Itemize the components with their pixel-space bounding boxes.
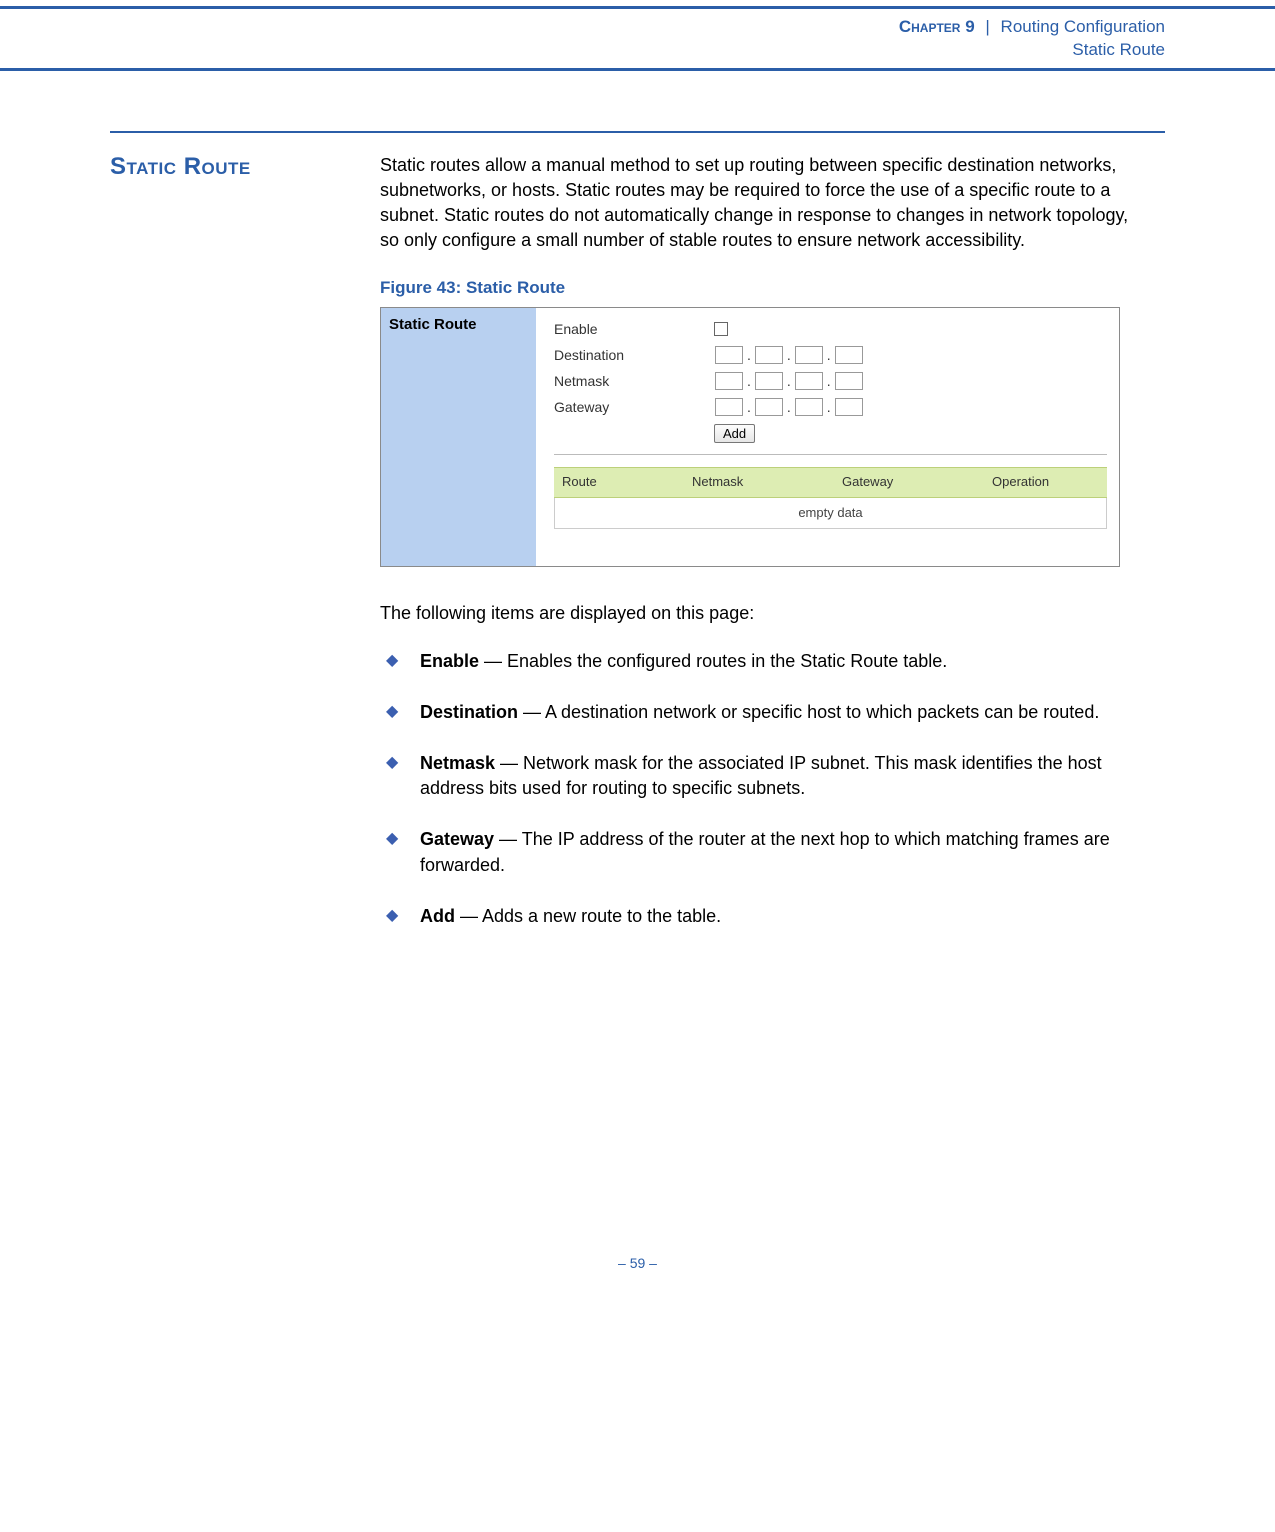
gateway-octet-1[interactable] <box>715 398 743 416</box>
figure-form-area: Enable Destination . . . Netmask . . . <box>536 308 1119 566</box>
field-description-list: Enable — Enables the configured routes i… <box>380 649 1140 929</box>
item-desc: — Network mask for the associated IP sub… <box>420 753 1102 798</box>
item-term: Enable <box>420 651 479 671</box>
figure-side-title: Static Route <box>381 308 536 566</box>
enable-label: Enable <box>554 320 714 340</box>
col-route: Route <box>554 468 684 496</box>
list-item: Destination — A destination network or s… <box>380 700 1140 725</box>
header-title: Routing Configuration <box>1001 17 1165 36</box>
item-desc: — The IP address of the router at the ne… <box>420 829 1110 874</box>
item-term: Gateway <box>420 829 494 849</box>
item-desc: — Adds a new route to the table. <box>455 906 721 926</box>
list-item: Add — Adds a new route to the table. <box>380 904 1140 929</box>
item-term: Add <box>420 906 455 926</box>
table-top-rule <box>554 454 1107 455</box>
figure-static-route: Static Route Enable Destination . . . Ne… <box>380 307 1120 567</box>
list-item: Netmask — Network mask for the associate… <box>380 751 1140 801</box>
netmask-octet-3[interactable] <box>795 372 823 390</box>
gateway-octet-3[interactable] <box>795 398 823 416</box>
enable-checkbox[interactable] <box>714 322 728 336</box>
add-button[interactable]: Add <box>714 424 755 443</box>
chapter-label: Chapter 9 <box>899 17 975 36</box>
page-number: – 59 – <box>110 955 1165 1301</box>
netmask-octet-2[interactable] <box>755 372 783 390</box>
item-desc: — A destination network or specific host… <box>518 702 1099 722</box>
list-intro: The following items are displayed on thi… <box>380 601 1140 626</box>
section-rule <box>110 131 1165 133</box>
item-term: Destination <box>420 702 518 722</box>
col-gateway: Gateway <box>834 468 984 496</box>
page-header: Chapter 9 | Routing Configuration Static… <box>0 12 1275 66</box>
col-netmask: Netmask <box>684 468 834 496</box>
netmask-label: Netmask <box>554 372 714 392</box>
gateway-octet-2[interactable] <box>755 398 783 416</box>
col-operation: Operation <box>984 468 1107 496</box>
item-term: Netmask <box>420 753 495 773</box>
gateway-octet-4[interactable] <box>835 398 863 416</box>
route-table-header: Route Netmask Gateway Operation <box>554 467 1107 497</box>
netmask-octet-1[interactable] <box>715 372 743 390</box>
header-separator: | <box>979 17 995 36</box>
route-table-empty: empty data <box>554 498 1107 529</box>
header-subtitle: Static Route <box>1072 40 1165 59</box>
destination-octet-4[interactable] <box>835 346 863 364</box>
top-rule <box>0 6 1275 9</box>
section-title: Static Route <box>110 153 251 181</box>
item-desc: — Enables the configured routes in the S… <box>479 651 947 671</box>
destination-octet-2[interactable] <box>755 346 783 364</box>
destination-label: Destination <box>554 346 714 366</box>
list-item: Gateway — The IP address of the router a… <box>380 827 1140 877</box>
figure-caption: Figure 43: Static Route <box>380 276 1140 300</box>
netmask-octet-4[interactable] <box>835 372 863 390</box>
intro-paragraph: Static routes allow a manual method to s… <box>380 153 1140 254</box>
destination-octet-3[interactable] <box>795 346 823 364</box>
list-item: Enable — Enables the configured routes i… <box>380 649 1140 674</box>
destination-octet-1[interactable] <box>715 346 743 364</box>
gateway-label: Gateway <box>554 398 714 418</box>
